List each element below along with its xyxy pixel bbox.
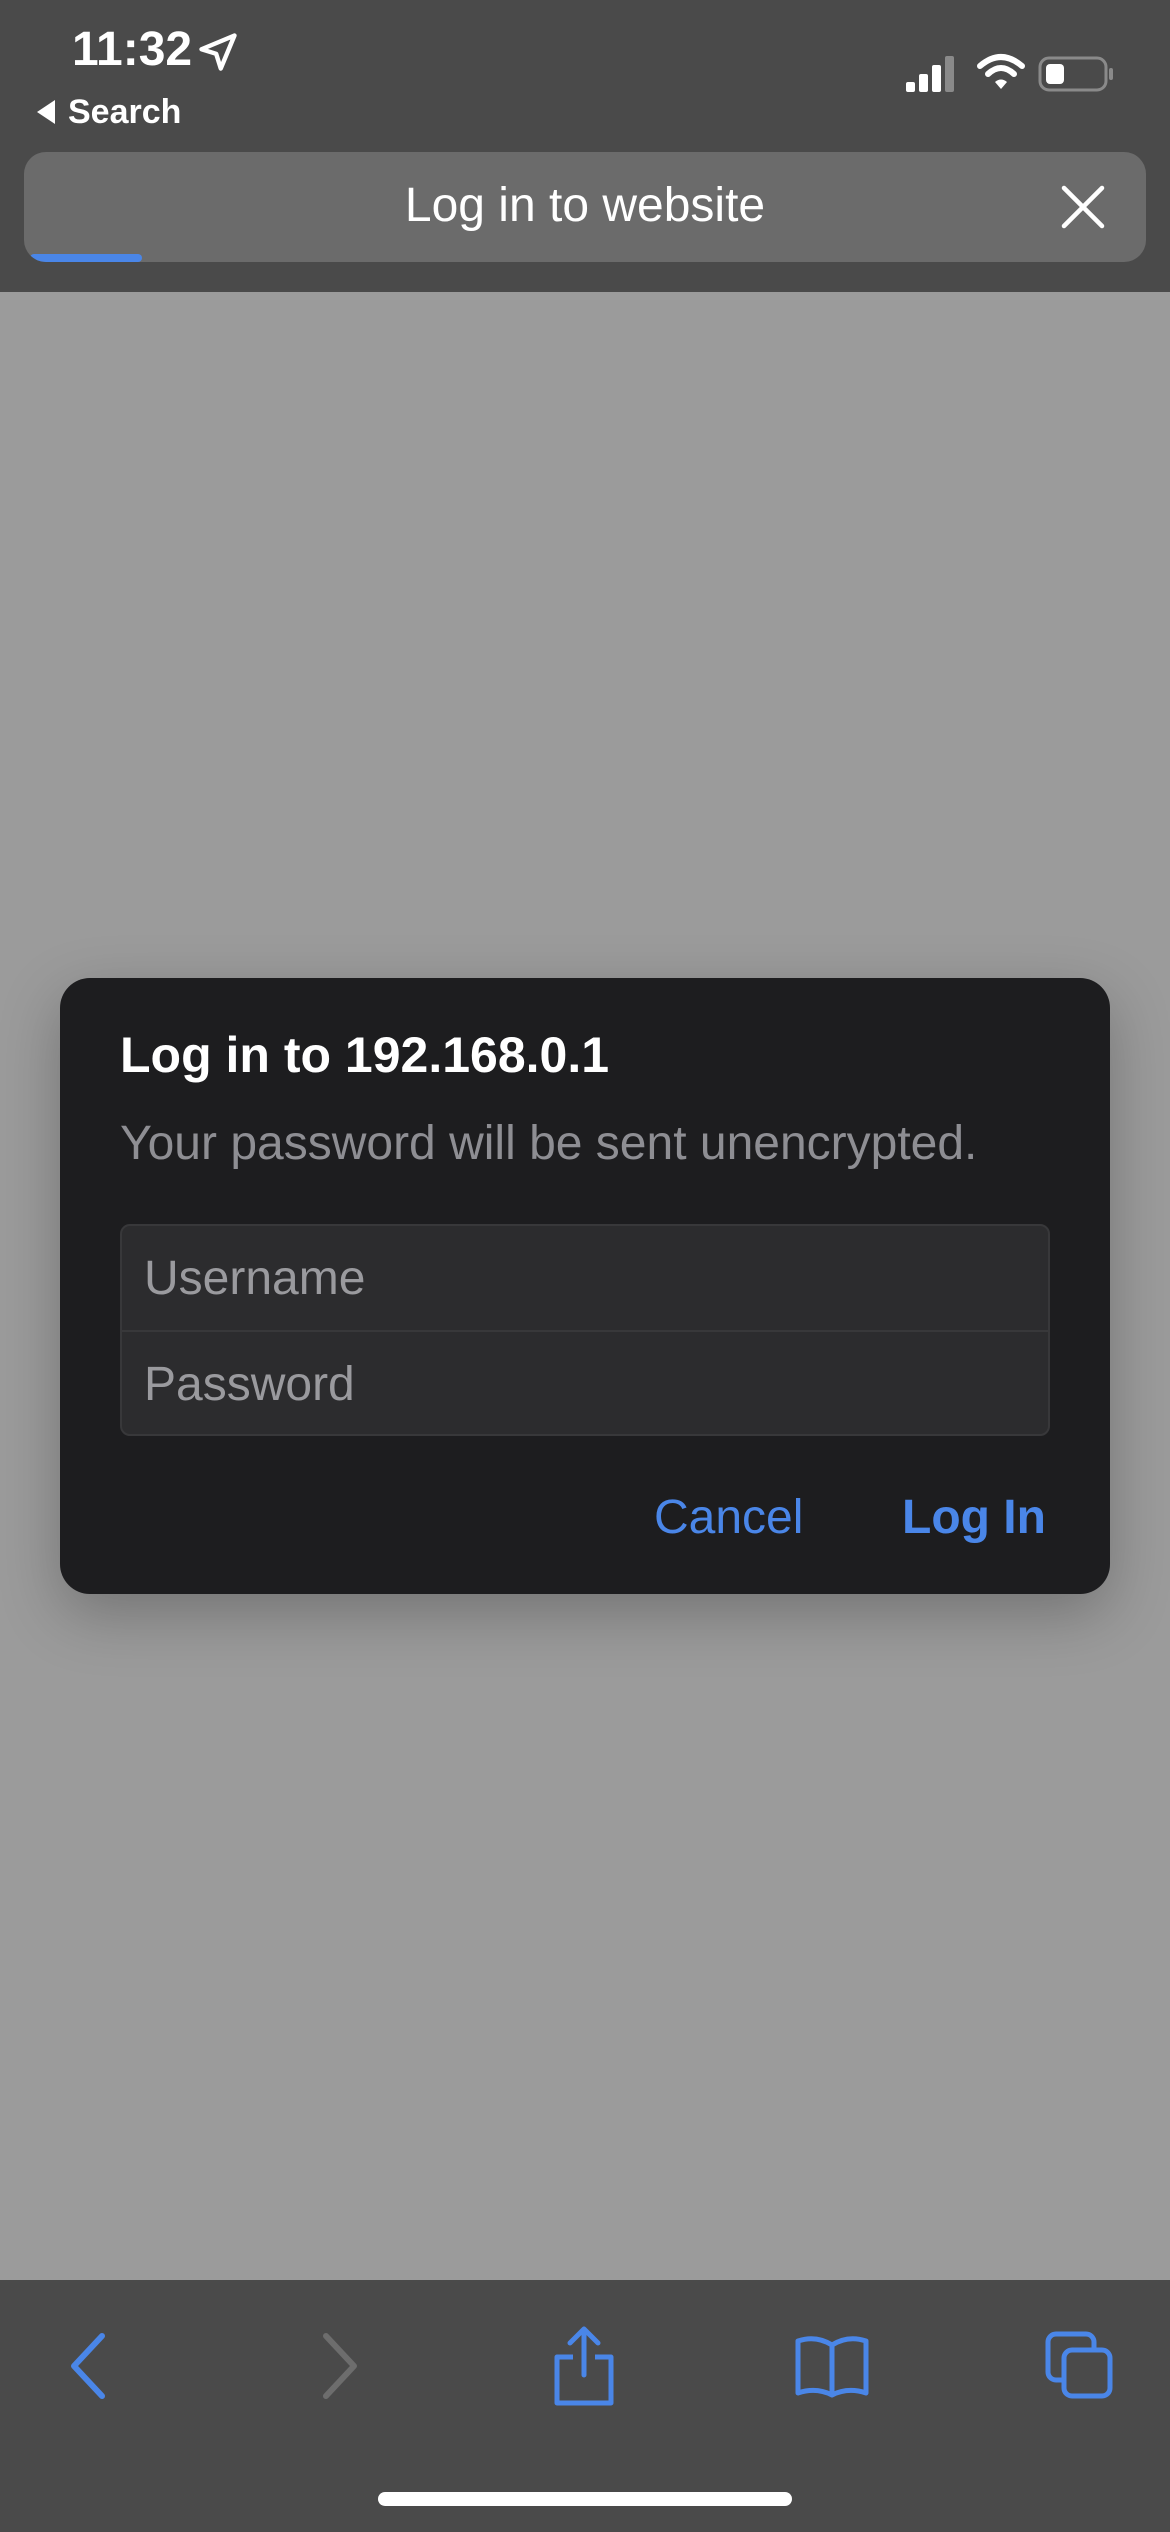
forward-icon bbox=[323, 2333, 357, 2399]
screen: 11:32 Search Log in to website Log in to… bbox=[0, 0, 1170, 2532]
back-button[interactable] bbox=[38, 2316, 138, 2416]
tabs-button[interactable] bbox=[1030, 2316, 1130, 2416]
status-time: 11:32 bbox=[72, 23, 193, 76]
credentials-fields bbox=[120, 1224, 1050, 1436]
dialog-title: Log in to 192.168.0.1 bbox=[120, 1027, 610, 1083]
wifi-icon bbox=[977, 54, 1025, 89]
load-progress-fill bbox=[30, 254, 143, 262]
back-to-app-label: Search bbox=[68, 92, 182, 131]
title-bar: Log in to website bbox=[24, 152, 1146, 262]
battery-icon bbox=[1038, 56, 1113, 92]
back-icon bbox=[71, 2333, 105, 2399]
back-to-app-button[interactable]: Search bbox=[36, 90, 181, 134]
location-arrow-icon bbox=[199, 33, 237, 71]
password-field[interactable] bbox=[122, 1332, 1048, 1434]
back-triangle-icon bbox=[37, 100, 55, 124]
bookmarks-icon bbox=[795, 2336, 869, 2398]
tabs-icon bbox=[1045, 2331, 1113, 2399]
signal-icon bbox=[906, 56, 954, 92]
username-field[interactable] bbox=[122, 1226, 1048, 1330]
share-button[interactable] bbox=[534, 2316, 634, 2416]
login-dialog: Log in to 192.168.0.1 Your password will… bbox=[60, 978, 1110, 1594]
share-icon bbox=[554, 2326, 614, 2406]
top-chrome: 11:32 Search Log in to website bbox=[0, 0, 1170, 292]
close-icon[interactable] bbox=[1058, 182, 1108, 232]
login-button[interactable]: Log In bbox=[902, 1482, 1046, 1552]
dialog-message: Your password will be sent unencrypted. bbox=[120, 1117, 978, 1170]
bookmarks-button[interactable] bbox=[782, 2316, 882, 2416]
cancel-button[interactable]: Cancel bbox=[654, 1482, 803, 1552]
forward-button[interactable] bbox=[290, 2316, 390, 2416]
home-indicator[interactable] bbox=[378, 2492, 792, 2506]
page-title: Log in to website bbox=[404, 178, 766, 232]
load-progress-track bbox=[24, 254, 1146, 262]
